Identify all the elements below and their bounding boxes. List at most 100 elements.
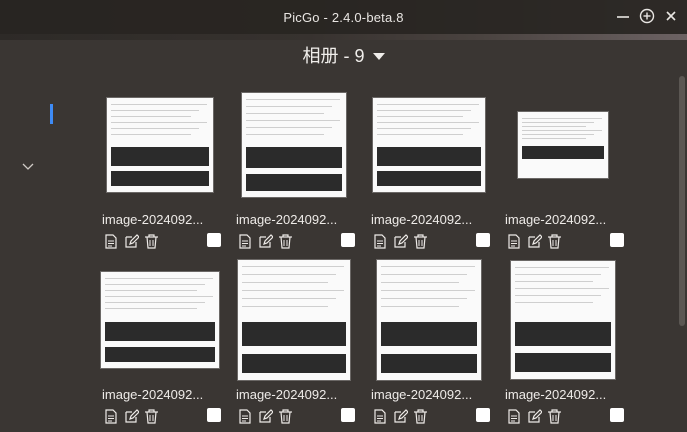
minimize-button[interactable]	[615, 8, 631, 24]
scrollbar[interactable]	[679, 76, 685, 426]
image-thumbnail[interactable]	[518, 112, 608, 178]
image-filename: image-2024092...	[371, 387, 473, 402]
chevron-down-icon[interactable]	[22, 163, 34, 171]
copy-link-button[interactable]	[103, 408, 119, 424]
thumbnail-line	[246, 120, 340, 121]
document-icon	[508, 233, 520, 249]
thumbnail-line	[522, 130, 602, 131]
thumbnail-container[interactable]	[365, 257, 493, 383]
image-thumbnail[interactable]	[511, 261, 615, 379]
thumbnail-line	[105, 284, 205, 285]
trash-icon	[413, 408, 427, 424]
edit-button[interactable]	[257, 408, 273, 424]
window-title: PicGo - 2.4.0-beta.8	[283, 10, 404, 25]
select-checkbox[interactable]	[341, 408, 355, 422]
copy-link-button[interactable]	[103, 233, 119, 249]
select-checkbox[interactable]	[476, 408, 490, 422]
image-actions	[237, 408, 293, 424]
thumbnail-container[interactable]	[365, 82, 493, 208]
copy-link-button[interactable]	[506, 408, 522, 424]
thumbnail-line	[377, 128, 471, 129]
image-thumbnail[interactable]	[242, 93, 346, 197]
thumbnail-container[interactable]	[230, 82, 358, 208]
close-icon	[666, 11, 676, 21]
delete-button[interactable]	[277, 233, 293, 249]
delete-button[interactable]	[412, 408, 428, 424]
thumbnail-line	[381, 282, 459, 283]
thumbnail-line	[515, 274, 601, 275]
thumbnail-line	[381, 290, 475, 291]
thumbnail-code-block	[377, 171, 481, 186]
copy-link-button[interactable]	[237, 233, 253, 249]
edit-button[interactable]	[392, 233, 408, 249]
thumbnail-line	[515, 281, 593, 282]
maximize-button[interactable]	[639, 8, 655, 24]
thumbnail-code-block	[105, 347, 215, 362]
edit-button[interactable]	[526, 233, 542, 249]
thumbnail-line	[105, 290, 197, 291]
select-checkbox[interactable]	[207, 233, 221, 247]
thumbnail-code-block	[522, 146, 604, 159]
document-icon	[105, 408, 117, 424]
thumbnail-container[interactable]	[96, 82, 224, 208]
edit-button[interactable]	[392, 408, 408, 424]
select-checkbox[interactable]	[207, 408, 221, 422]
copy-link-button[interactable]	[237, 408, 253, 424]
document-icon	[239, 233, 251, 249]
copy-link-button[interactable]	[372, 408, 388, 424]
select-checkbox[interactable]	[610, 408, 624, 422]
thumbnail-line	[515, 302, 593, 303]
thumbnail-container[interactable]	[499, 82, 627, 208]
delete-button[interactable]	[546, 233, 562, 249]
scrollbar-thumb[interactable]	[679, 76, 685, 326]
thumbnail-container[interactable]	[499, 257, 627, 383]
edit-icon	[124, 408, 139, 423]
thumbnail-line	[381, 298, 467, 299]
edit-icon	[527, 408, 542, 423]
delete-button[interactable]	[143, 233, 159, 249]
thumbnail-code-block	[246, 147, 342, 168]
edit-button[interactable]	[257, 233, 273, 249]
image-card: image-2024092...	[365, 82, 493, 252]
close-button[interactable]	[663, 8, 679, 24]
edit-button[interactable]	[123, 233, 139, 249]
select-checkbox[interactable]	[610, 233, 624, 247]
image-thumbnail[interactable]	[101, 272, 219, 368]
thumbnail-container[interactable]	[230, 257, 358, 383]
image-actions	[103, 408, 159, 424]
thumbnail-container[interactable]	[96, 257, 224, 383]
image-thumbnail[interactable]	[238, 260, 350, 380]
thumbnail-code-block	[111, 171, 209, 186]
trash-icon	[144, 233, 158, 249]
sidebar-active-indicator	[50, 104, 53, 124]
thumbnail-line	[246, 113, 324, 114]
edit-icon	[393, 233, 408, 248]
copy-link-button[interactable]	[506, 233, 522, 249]
caret-down-icon	[372, 52, 385, 60]
copy-link-button[interactable]	[372, 233, 388, 249]
delete-button[interactable]	[546, 408, 562, 424]
edit-button[interactable]	[526, 408, 542, 424]
select-checkbox[interactable]	[341, 233, 355, 247]
image-thumbnail[interactable]	[373, 98, 485, 192]
delete-button[interactable]	[143, 408, 159, 424]
thumbnail-line	[377, 104, 479, 105]
trash-icon	[278, 233, 292, 249]
thumbnail-line	[515, 288, 609, 289]
thumbnail-line	[522, 138, 586, 139]
edit-button[interactable]	[123, 408, 139, 424]
image-thumbnail[interactable]	[377, 260, 481, 380]
thumbnail-line	[111, 116, 191, 117]
delete-button[interactable]	[277, 408, 293, 424]
thumbnail-line	[246, 134, 324, 135]
thumbnail-line	[381, 266, 475, 267]
document-icon	[105, 233, 117, 249]
thumbnail-line	[111, 104, 207, 105]
album-header[interactable]: 相册 - 9	[0, 42, 687, 68]
album-title: 相册 - 9	[302, 46, 365, 66]
select-checkbox[interactable]	[476, 233, 490, 247]
delete-button[interactable]	[412, 233, 428, 249]
minimize-icon	[617, 16, 629, 18]
image-thumbnail[interactable]	[107, 98, 213, 192]
image-actions	[372, 233, 428, 249]
